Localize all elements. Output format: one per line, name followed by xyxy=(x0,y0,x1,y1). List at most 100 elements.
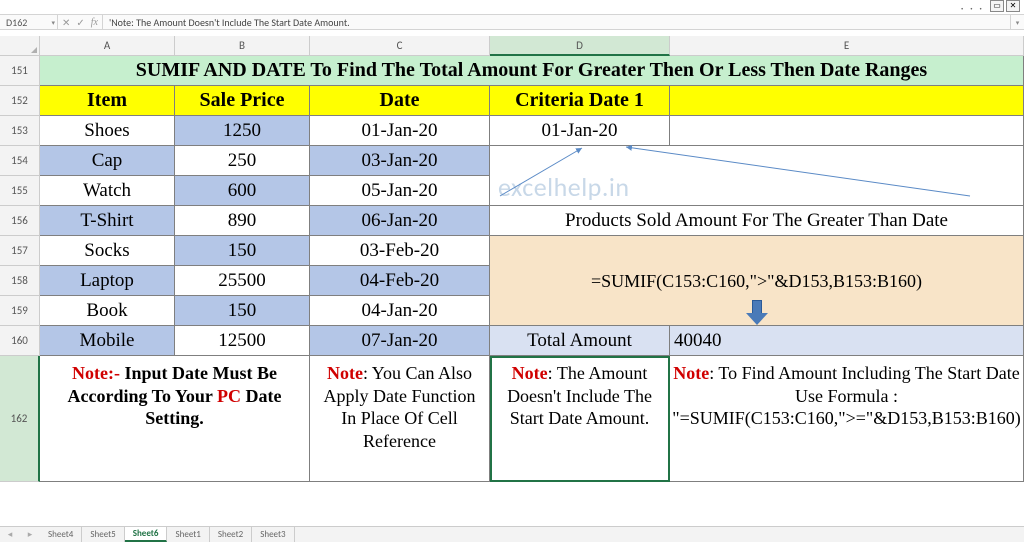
data-row: 156 T-Shirt 890 06-Jan-20 Products Sold … xyxy=(0,206,1024,236)
cell-empty[interactable] xyxy=(670,116,1024,146)
row-header[interactable]: 152 xyxy=(0,86,40,116)
window-controls: ▭ ✕ xyxy=(988,0,1020,12)
name-box[interactable]: D162 ▾ xyxy=(0,15,58,29)
row-header[interactable]: 151 xyxy=(0,56,40,86)
note-text: : To Find Amount Including The Start Dat… xyxy=(672,363,1021,428)
cell-item[interactable]: Socks xyxy=(40,236,175,266)
col-header-C[interactable]: C xyxy=(310,36,490,56)
row-header[interactable]: 160 xyxy=(0,326,40,356)
cell-price[interactable]: 1250 xyxy=(175,116,310,146)
cell-merged-blank[interactable] xyxy=(490,176,1024,206)
col-header-B[interactable]: B xyxy=(175,36,310,56)
cell-caption[interactable]: Products Sold Amount For The Greater Tha… xyxy=(490,206,1024,236)
cell-item[interactable]: Book xyxy=(40,296,175,326)
cell-item[interactable]: Watch xyxy=(40,176,175,206)
cell-item[interactable]: T-Shirt xyxy=(40,206,175,236)
note-prefix: Note xyxy=(512,363,548,383)
data-row: 155 Watch 600 05-Jan-20 xyxy=(0,176,1024,206)
cell-total-value[interactable]: 40040 xyxy=(670,326,1024,356)
col-header-D[interactable]: D xyxy=(490,36,670,56)
note-prefix: Note xyxy=(327,363,363,383)
cell-formula-area[interactable] xyxy=(490,236,1024,266)
cell-price[interactable]: 12500 xyxy=(175,326,310,356)
row-headers: 152 Item Sale Price Date Criteria Date 1 xyxy=(0,86,1024,116)
formula-bar-row: D162 ▾ ✕ ✓ fx 'Note: The Amount Doesn't … xyxy=(0,14,1024,30)
select-all-corner[interactable] xyxy=(0,36,40,56)
row-header[interactable]: 154 xyxy=(0,146,40,176)
data-row: 154 Cap 250 03-Jan-20 xyxy=(0,146,1024,176)
cell-price[interactable]: 250 xyxy=(175,146,310,176)
note-pc: PC xyxy=(217,386,241,406)
cell-date[interactable]: 05-Jan-20 xyxy=(310,176,490,206)
notes-row: 162 Note:- Input Date Must Be According … xyxy=(0,356,1024,482)
row-header[interactable]: 156 xyxy=(0,206,40,236)
note-4[interactable]: Note: To Find Amount Including The Start… xyxy=(670,356,1024,482)
sheet-tab[interactable]: Sheet3 xyxy=(252,527,294,542)
cell-criteria-value[interactable]: 01-Jan-20 xyxy=(490,116,670,146)
data-row: 160 Mobile 12500 07-Jan-20 Total Amount … xyxy=(0,326,1024,356)
cell-formula[interactable]: =SUMIF(C153:C160,">"&D153,B153:B160) xyxy=(490,266,1024,296)
sheet-tab[interactable]: Sheet1 xyxy=(167,527,209,542)
fx-icon[interactable]: fx xyxy=(91,17,98,28)
cell-date[interactable]: 03-Feb-20 xyxy=(310,236,490,266)
cell-item[interactable]: Cap xyxy=(40,146,175,176)
cell-merged-blank[interactable] xyxy=(490,146,1024,176)
formula-bar-input[interactable]: 'Note: The Amount Doesn't Include The St… xyxy=(103,16,1010,29)
note-2[interactable]: Note: You Can Also Apply Date Function I… xyxy=(310,356,490,482)
note-3[interactable]: Note: The Amount Doesn't Include The Sta… xyxy=(490,356,670,482)
cell-price[interactable]: 600 xyxy=(175,176,310,206)
cell-total-label[interactable]: Total Amount xyxy=(490,326,670,356)
cell-date[interactable]: 04-Jan-20 xyxy=(310,296,490,326)
formula-bar-expand-icon[interactable]: ▾ xyxy=(1010,15,1024,29)
tab-nav-next-icon[interactable]: ▸ xyxy=(28,529,33,540)
hdr-item[interactable]: Item xyxy=(40,86,175,116)
hdr-date[interactable]: Date xyxy=(310,86,490,116)
row-header[interactable]: 157 xyxy=(0,236,40,266)
window-restore-button[interactable]: ▭ xyxy=(990,0,1004,12)
cell-date[interactable]: 07-Jan-20 xyxy=(310,326,490,356)
sheet-tab[interactable]: Sheet4 xyxy=(40,527,82,542)
col-header-E[interactable]: E xyxy=(670,36,1024,56)
cell-date[interactable]: 01-Jan-20 xyxy=(310,116,490,146)
cell-item[interactable]: Mobile xyxy=(40,326,175,356)
note-prefix: Note xyxy=(673,363,709,383)
row-header[interactable]: 162 xyxy=(0,356,40,482)
row-header[interactable]: 155 xyxy=(0,176,40,206)
hdr-criteria[interactable]: Criteria Date 1 xyxy=(490,86,670,116)
note-1[interactable]: Note:- Input Date Must Be According To Y… xyxy=(40,356,310,482)
spreadsheet-area: A B C D E 151 SUMIF AND DATE To Find The… xyxy=(0,36,1024,526)
name-box-value: D162 xyxy=(6,16,27,29)
cell-price[interactable]: 150 xyxy=(175,296,310,326)
data-row: 158 Laptop 25500 04-Feb-20 =SUMIF(C153:C… xyxy=(0,266,1024,296)
row-header[interactable]: 159 xyxy=(0,296,40,326)
row-header[interactable]: 153 xyxy=(0,116,40,146)
column-headers: A B C D E xyxy=(0,36,1024,56)
sheet-tabs-row: ◂▸ Sheet4 Sheet5 Sheet6 Sheet1 Sheet2 Sh… xyxy=(0,526,1024,542)
note-prefix: Note:- xyxy=(72,363,124,383)
tab-nav[interactable]: ◂▸ xyxy=(0,529,40,540)
title-cell[interactable]: SUMIF AND DATE To Find The Total Amount … xyxy=(40,56,1024,86)
cell-formula-area[interactable] xyxy=(490,296,1024,326)
hdr-price[interactable]: Sale Price xyxy=(175,86,310,116)
col-header-A[interactable]: A xyxy=(40,36,175,56)
row-header[interactable]: 158 xyxy=(0,266,40,296)
sheet-tab[interactable]: Sheet6 xyxy=(125,527,168,542)
cell-empty[interactable] xyxy=(670,86,1024,116)
cell-price[interactable]: 150 xyxy=(175,236,310,266)
cell-price[interactable]: 25500 xyxy=(175,266,310,296)
cell-date[interactable]: 06-Jan-20 xyxy=(310,206,490,236)
cell-date[interactable]: 04-Feb-20 xyxy=(310,266,490,296)
window-close-button[interactable]: ✕ xyxy=(1006,0,1020,12)
sheet-tab[interactable]: Sheet2 xyxy=(210,527,252,542)
sheet-tab[interactable]: Sheet5 xyxy=(82,527,124,542)
cell-date[interactable]: 03-Jan-20 xyxy=(310,146,490,176)
cell-item[interactable]: Laptop xyxy=(40,266,175,296)
tab-nav-prev-icon[interactable]: ◂ xyxy=(8,529,13,540)
data-row: 159 Book 150 04-Jan-20 xyxy=(0,296,1024,326)
cell-item[interactable]: Shoes xyxy=(40,116,175,146)
cancel-formula-icon[interactable]: ✕ xyxy=(62,16,70,29)
row-title: 151 SUMIF AND DATE To Find The Total Amo… xyxy=(0,56,1024,86)
accept-formula-icon[interactable]: ✓ xyxy=(76,16,84,29)
cell-price[interactable]: 890 xyxy=(175,206,310,236)
name-box-dropdown-icon[interactable]: ▾ xyxy=(51,18,55,27)
